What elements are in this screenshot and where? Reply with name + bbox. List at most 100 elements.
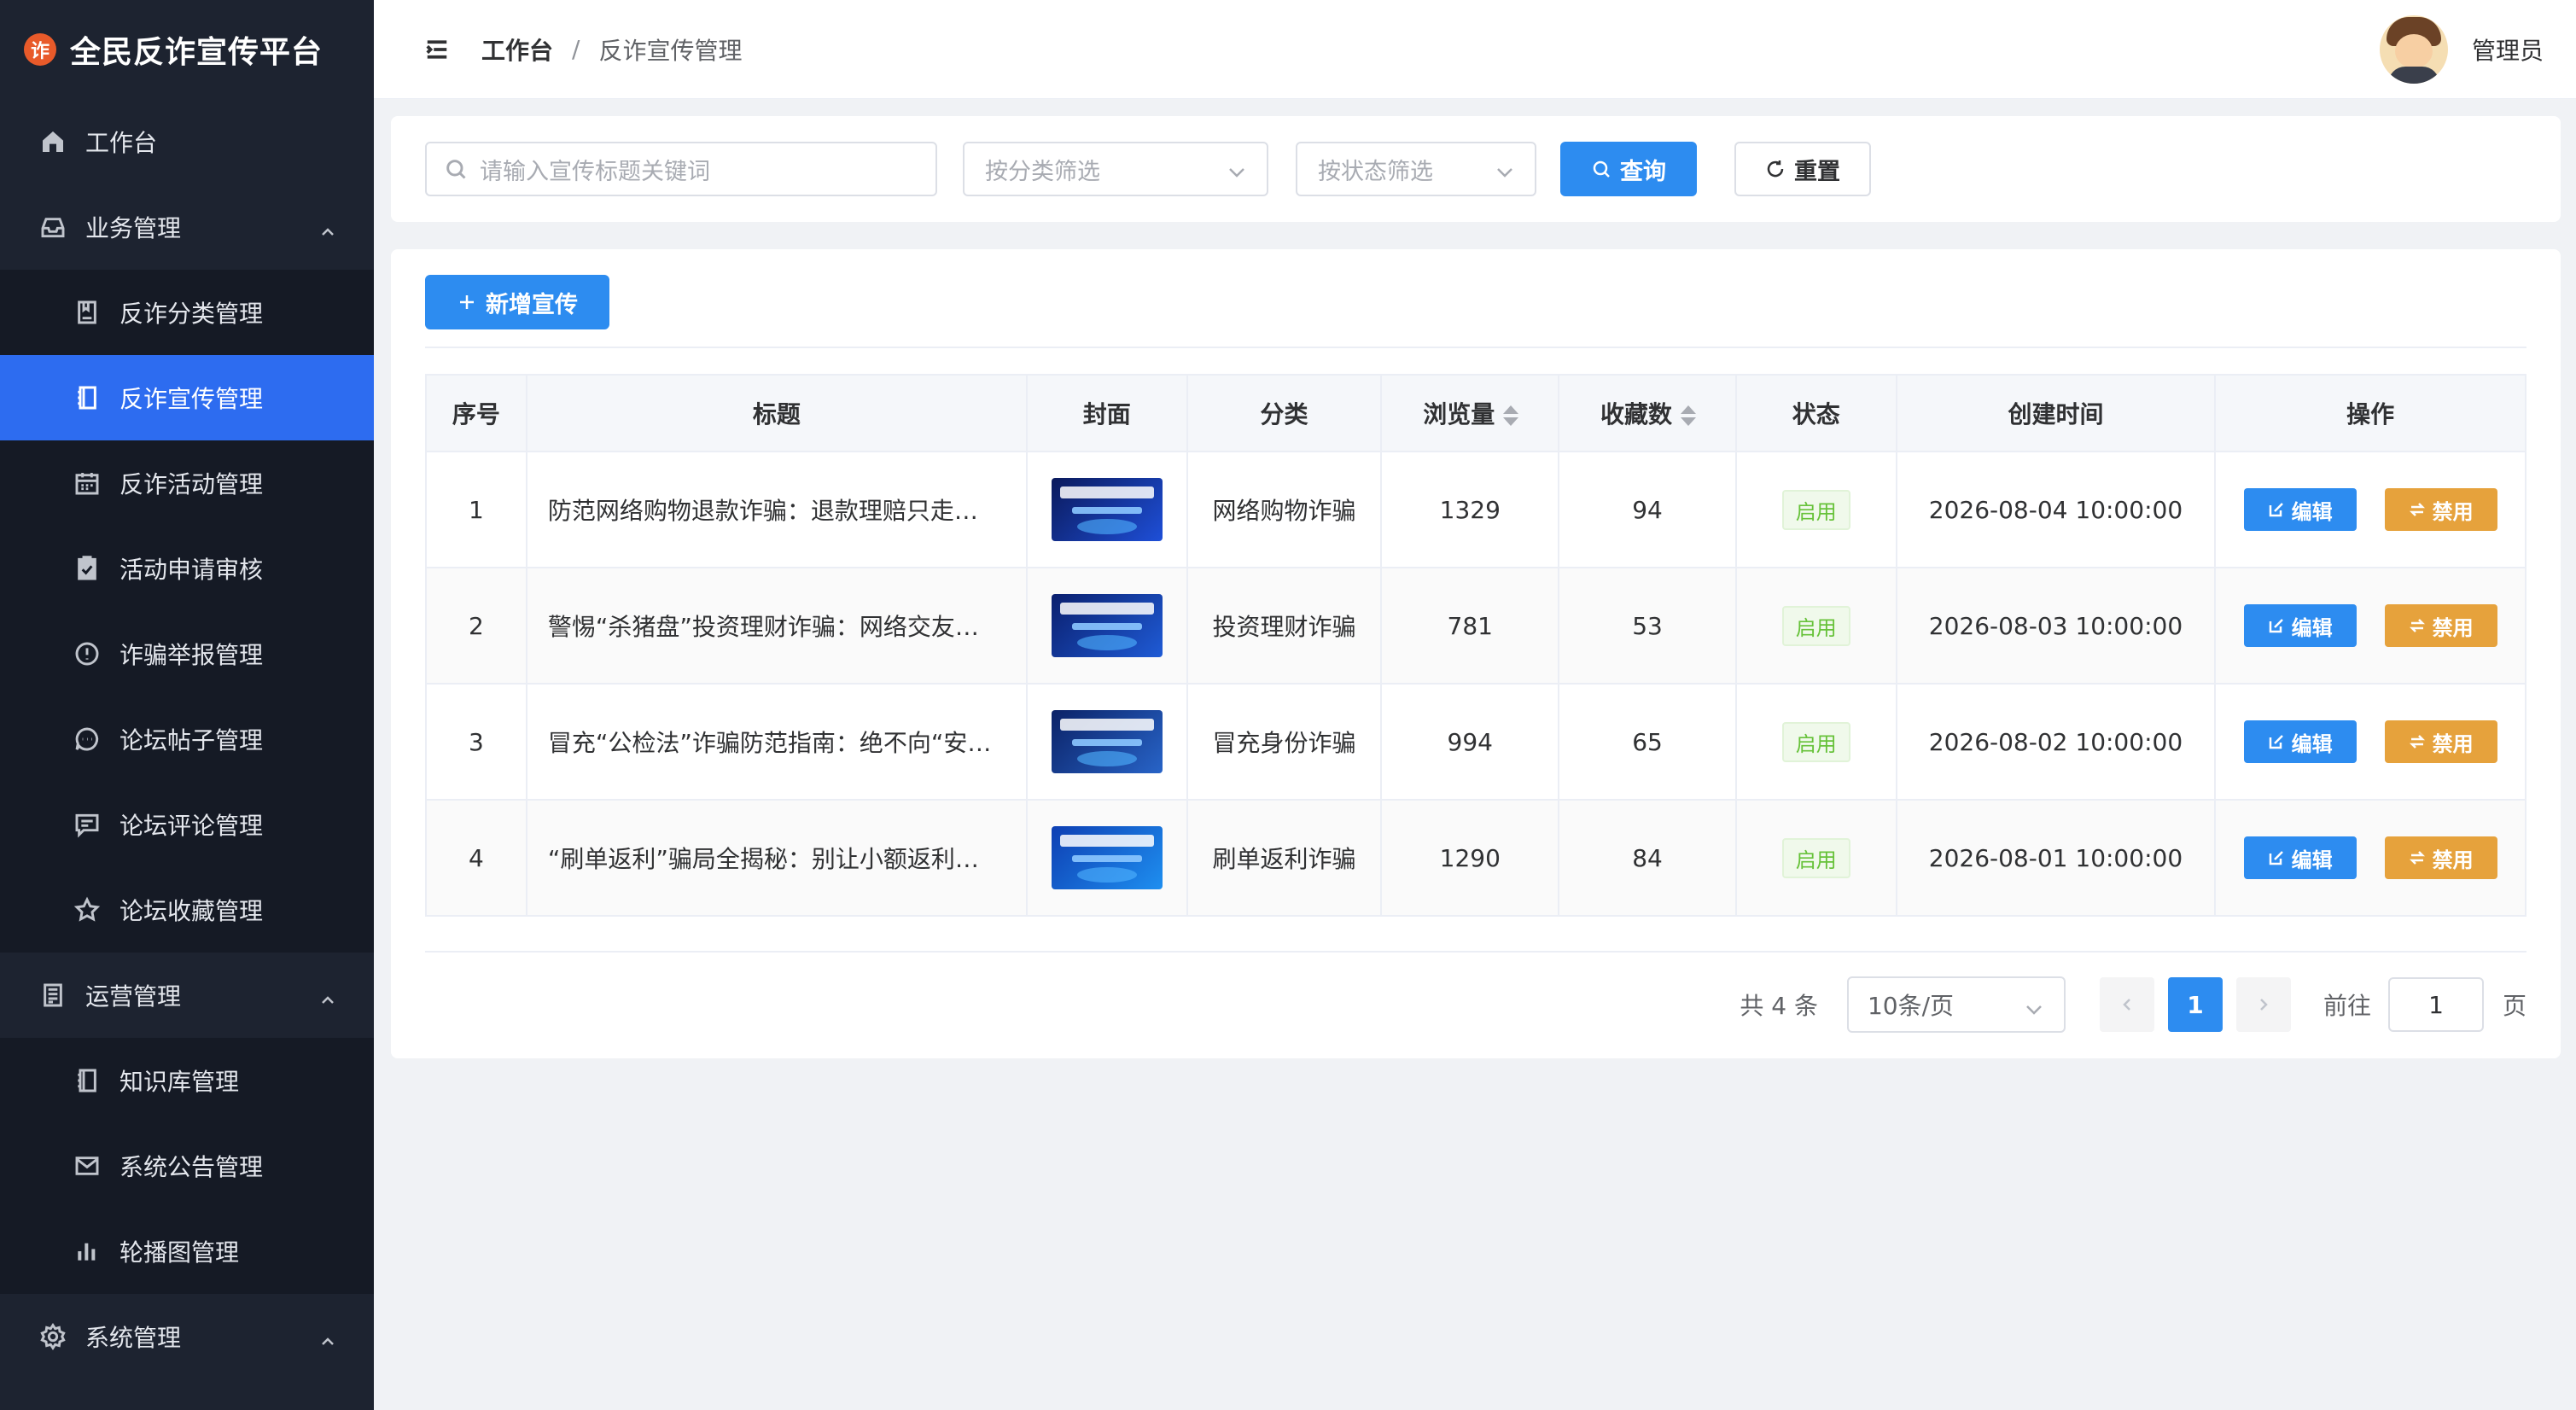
sidebar-item-label: 诈骗举报管理: [119, 641, 264, 669]
sort-icon[interactable]: [1503, 405, 1519, 427]
cover-image[interactable]: [1051, 710, 1163, 773]
disable-button[interactable]: 禁用: [2384, 836, 2497, 879]
table-header-row: 序号 标题 封面 分类 浏览量 收藏数 状态 创建时间 操作: [425, 374, 2526, 452]
status-badge: 启用: [1781, 605, 1850, 646]
search-input[interactable]: 请输入宣传标题关键词: [425, 142, 937, 196]
document-icon: [38, 980, 68, 1011]
search-placeholder: 请输入宣传标题关键词: [480, 158, 710, 185]
query-button[interactable]: 查询: [1560, 142, 1697, 196]
goto-page-input[interactable]: 1: [2387, 977, 2484, 1032]
filter-panel: 请输入宣传标题关键词 按分类筛选 按状态筛选 查询 重置: [391, 116, 2561, 222]
edit-icon: [2269, 503, 2283, 517]
cover-image[interactable]: [1051, 478, 1163, 541]
edit-button-label: 编辑: [2291, 499, 2333, 524]
sidebar-item-label: 反诈宣传管理: [119, 385, 264, 413]
table-row: 4 “刷单返利”骗局全揭秘：别让小额返利迷了眼 刷单返利诈骗 1290 84 启…: [425, 799, 2526, 917]
breadcrumb-separator: /: [572, 35, 580, 63]
cell-created: 2026-08-03 10:00:00: [1895, 567, 2217, 685]
prev-page-button[interactable]: [2099, 977, 2154, 1032]
clipboard-check-icon: [72, 553, 102, 584]
user-menu[interactable]: 管理员: [2379, 15, 2544, 84]
brand: 诈 全民反诈宣传平台: [0, 0, 374, 99]
status-badge: 启用: [1781, 721, 1850, 762]
sidebar-item-label: 轮播图管理: [119, 1238, 240, 1267]
brand-name: 全民反诈宣传平台: [70, 35, 323, 70]
disable-button[interactable]: 禁用: [2384, 604, 2497, 647]
category-select[interactable]: 按分类筛选: [963, 142, 1268, 196]
breadcrumb-home[interactable]: 工作台: [481, 32, 553, 67]
query-button-label: 查询: [1620, 158, 1666, 185]
calendar-icon: [72, 468, 102, 498]
edit-button[interactable]: 编辑: [2243, 836, 2357, 879]
sidebar-item-forum-posts[interactable]: 论坛帖子管理: [0, 696, 374, 782]
sidebar-item-announcements[interactable]: 系统公告管理: [0, 1123, 374, 1209]
user-name[interactable]: 管理员: [2472, 32, 2544, 67]
sort-icon[interactable]: [1681, 405, 1697, 427]
notebook-icon: [72, 1065, 102, 1096]
chevron-down-icon: [2025, 996, 2043, 1015]
sidebar-item-activity[interactable]: 反诈活动管理: [0, 440, 374, 526]
cell-status: 启用: [1734, 799, 1897, 917]
sidebar-item-label: 业务管理: [85, 214, 182, 242]
sidebar-item-forum-favorites[interactable]: 论坛收藏管理: [0, 867, 374, 953]
page-size-select[interactable]: 10条/页: [1846, 976, 2066, 1033]
edit-icon: [2269, 851, 2283, 865]
collapse-menu-icon[interactable]: [420, 32, 454, 67]
edit-button-label: 编辑: [2291, 848, 2333, 872]
column-header-views[interactable]: 浏览量: [1380, 374, 1560, 452]
sidebar-item-label: 论坛评论管理: [119, 812, 264, 840]
sidebar-item-report[interactable]: 诈骗举报管理: [0, 611, 374, 696]
disable-button[interactable]: 禁用: [2384, 720, 2497, 763]
edit-button[interactable]: 编辑: [2243, 720, 2357, 763]
column-header-favorites[interactable]: 收藏数: [1558, 374, 1737, 452]
switch-icon: [2409, 851, 2425, 865]
cover-image[interactable]: [1051, 826, 1163, 889]
cell-cover: [1025, 799, 1188, 917]
edit-button[interactable]: 编辑: [2243, 488, 2357, 531]
edit-button[interactable]: 编辑: [2243, 604, 2357, 647]
sidebar-item-dashboard[interactable]: 工作台: [0, 99, 374, 184]
sidebar-item-forum-comments[interactable]: 论坛评论管理: [0, 782, 374, 867]
sidebar-item-application-review[interactable]: 活动申请审核: [0, 526, 374, 611]
star-icon: [72, 894, 102, 925]
cell-views: 1329: [1380, 451, 1560, 568]
chevron-down-icon: [1227, 160, 1246, 178]
column-header-views-label: 浏览量: [1423, 400, 1495, 428]
page-number-current[interactable]: 1: [2167, 977, 2223, 1032]
sidebar-item-carousel[interactable]: 轮播图管理: [0, 1209, 374, 1294]
cell-category: 投资理财诈骗: [1186, 567, 1383, 685]
sidebar-item-publicity[interactable]: 反诈宣传管理: [0, 355, 374, 440]
sidebar-item-category[interactable]: 反诈分类管理: [0, 270, 374, 355]
row-title: 冒充“公检法”诈骗防范指南：绝不向“安全账户”转账: [547, 729, 992, 757]
cell-title: 防范网络购物退款诈骗：退款理赔只走官方渠道: [525, 451, 1028, 568]
cell-status: 启用: [1734, 567, 1897, 685]
sidebar-group-business[interactable]: 业务管理: [0, 184, 374, 270]
sidebar-item-label: 系统管理: [85, 1324, 182, 1352]
chevron-up-icon: [319, 218, 336, 236]
reset-button[interactable]: 重置: [1734, 142, 1871, 196]
cover-image[interactable]: [1051, 594, 1163, 657]
sidebar-item-knowledge-base[interactable]: 知识库管理: [0, 1038, 374, 1123]
cell-views: 1290: [1380, 799, 1560, 917]
goto-suffix: 页: [2502, 992, 2526, 1020]
breadcrumb-current: 反诈宣传管理: [598, 36, 743, 65]
add-button-label: 新增宣传: [486, 291, 578, 318]
column-header-status: 状态: [1734, 374, 1897, 452]
sidebar-item-label: 工作台: [85, 129, 158, 157]
add-publicity-button[interactable]: 新增宣传: [425, 275, 609, 329]
sidebar-group-operations[interactable]: 运营管理: [0, 953, 374, 1038]
status-select[interactable]: 按状态筛选: [1296, 142, 1536, 196]
column-header-title: 标题: [525, 374, 1028, 452]
disable-button[interactable]: 禁用: [2384, 488, 2497, 531]
cell-index: 3: [425, 683, 527, 801]
cell-title: 冒充“公检法”诈骗防范指南：绝不向“安全账户”转账: [525, 683, 1028, 801]
avatar[interactable]: [2379, 15, 2448, 84]
mail-icon: [72, 1151, 102, 1181]
home-icon: [38, 126, 68, 157]
edit-icon: [2269, 735, 2283, 749]
cell-title: 警惕“杀猪盘”投资理财诈骗：网络交友需谨慎: [525, 567, 1028, 685]
chat-icon: [72, 724, 102, 755]
next-page-button[interactable]: [2235, 977, 2291, 1032]
cell-status: 启用: [1734, 683, 1897, 801]
sidebar-group-system[interactable]: 系统管理: [0, 1294, 374, 1379]
